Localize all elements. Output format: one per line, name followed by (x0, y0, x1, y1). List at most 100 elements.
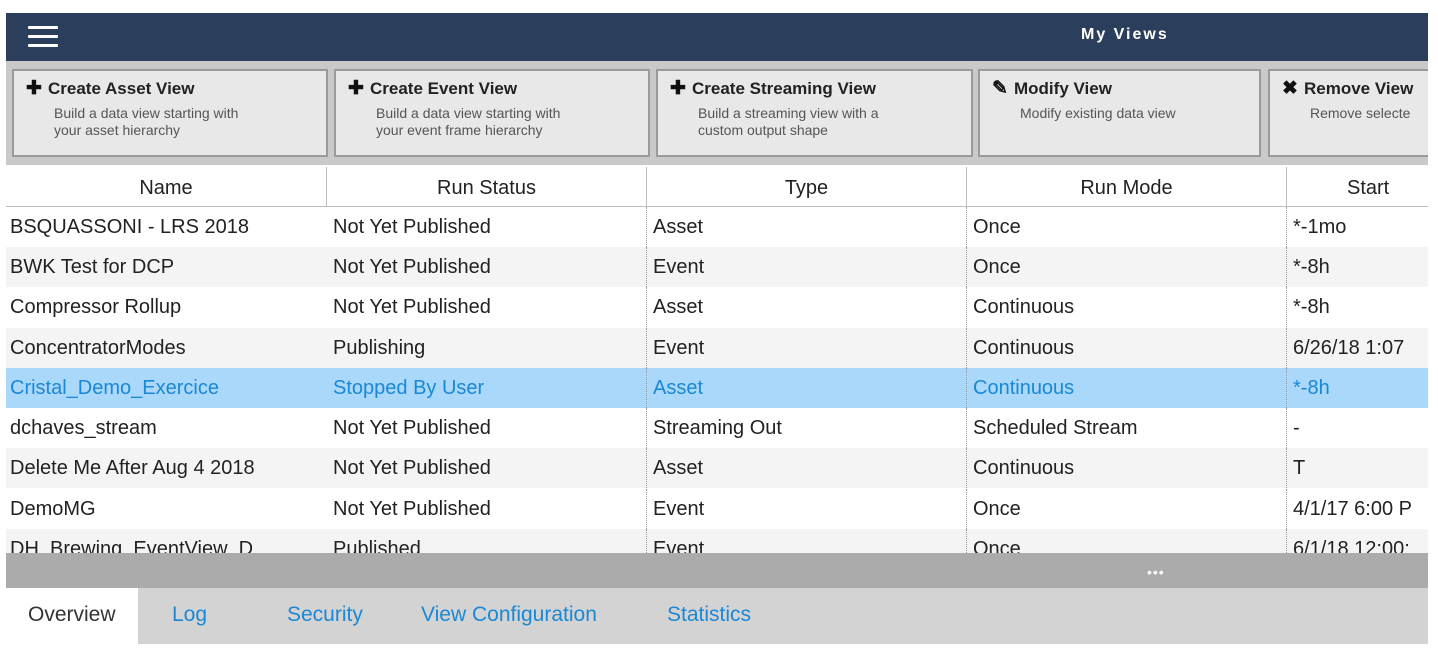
create-event-view-label: Create Event View (370, 79, 518, 98)
edit-icon: ✎ (992, 78, 1008, 99)
column-header-name[interactable]: Name (6, 167, 327, 207)
cell-run-status: Not Yet Published (327, 489, 647, 529)
tab-log[interactable]: Log (172, 588, 207, 644)
table-row-selected[interactable]: Cristal_Demo_Exercice Stopped By User As… (6, 368, 1428, 408)
table-header: Name Run Status Type Run Mode Start (6, 167, 1428, 207)
table-row[interactable]: ConcentratorModes Publishing Event Conti… (6, 328, 1428, 368)
top-bar: My Views (6, 13, 1428, 61)
remove-view-title: ✖ Remove View (1282, 77, 1413, 100)
cell-start: T (1293, 457, 1306, 479)
cell-type: Asset (647, 448, 967, 488)
tab-view-configuration[interactable]: View Configuration (421, 588, 597, 644)
tab-security[interactable]: Security (287, 588, 363, 644)
pane-splitter[interactable]: ••• (6, 553, 1428, 588)
grip-icon: ••• (1147, 564, 1165, 580)
cell-type: Asset (647, 368, 967, 408)
plus-icon: ✚ (26, 78, 42, 99)
create-streaming-view-title: ✚ Create Streaming View (670, 77, 876, 100)
create-asset-view-description: Build a data view starting with your ass… (54, 105, 239, 138)
tab-statistics[interactable]: Statistics (667, 588, 751, 644)
cell-name: BWK Test for DCP (10, 256, 175, 278)
toolbar: ✚ Create Asset View Build a data view sta… (6, 61, 1428, 165)
cell-start: *-8h (1293, 296, 1330, 318)
cell-run-status: Stopped By User (327, 368, 647, 408)
cell-run-status: Publishing (327, 328, 647, 368)
table-row[interactable]: dchaves_stream Not Yet Published Streami… (6, 408, 1428, 448)
cell-name: Delete Me After Aug 4 2018 (10, 457, 255, 479)
create-event-view-description: Build a data view starting with your eve… (376, 105, 561, 138)
table-row[interactable]: DemoMG Not Yet Published Event Once 4/1/… (6, 489, 1428, 529)
modify-view-button[interactable]: ✎ Modify View Modify existing data view (978, 69, 1261, 157)
create-streaming-view-label: Create Streaming View (692, 79, 876, 98)
cell-run-status: Not Yet Published (327, 207, 647, 247)
cell-start: 4/1/17 6:00 P (1293, 498, 1412, 520)
cell-name: ConcentratorModes (10, 337, 186, 359)
cell-run-mode: Scheduled Stream (967, 408, 1287, 448)
modify-view-description: Modify existing data view (1020, 105, 1176, 121)
modify-view-label: Modify View (1014, 79, 1112, 98)
create-streaming-view-description: Build a streaming view with a custom out… (698, 105, 879, 138)
cell-name: dchaves_stream (10, 417, 157, 439)
cell-type: Event (647, 489, 967, 529)
cell-type: Asset (647, 207, 967, 247)
cell-run-mode: Continuous (967, 328, 1287, 368)
cell-name: DemoMG (10, 498, 96, 520)
create-event-view-button[interactable]: ✚ Create Event View Build a data view sta… (334, 69, 650, 157)
hamburger-line (28, 26, 58, 29)
create-event-view-title: ✚ Create Event View (348, 77, 517, 100)
create-asset-view-title: ✚ Create Asset View (26, 77, 194, 100)
views-table: Name Run Status Type Run Mode Start BSQU… (6, 167, 1428, 553)
column-header-run-mode[interactable]: Run Mode (967, 167, 1287, 207)
cell-start: *-8h (1293, 256, 1330, 278)
cell-type: Asset (647, 287, 967, 327)
column-header-type[interactable]: Type (647, 167, 967, 207)
cell-run-mode: Once (967, 489, 1287, 529)
cell-run-mode: Continuous (967, 368, 1287, 408)
cell-run-status: Published (327, 529, 647, 553)
cell-name: BSQUASSONI - LRS 2018 (10, 216, 249, 238)
table-row[interactable]: BSQUASSONI - LRS 2018 Not Yet Published … (6, 207, 1428, 247)
cell-name: DH_Brewing_EventView_D (10, 538, 254, 553)
cell-run-mode: Once (967, 207, 1287, 247)
cell-start: 6/26/18 1:07 (1293, 337, 1405, 359)
cell-start: *-8h (1293, 377, 1330, 399)
cell-type: Streaming Out (647, 408, 967, 448)
cell-run-mode: Continuous (967, 448, 1287, 488)
tab-overview[interactable]: Overview (6, 588, 138, 644)
cell-start: - (1293, 417, 1300, 439)
cell-run-status: Not Yet Published (327, 247, 647, 287)
cell-name: Compressor Rollup (10, 296, 182, 318)
cell-run-mode: Once (967, 529, 1287, 553)
remove-view-label: Remove View (1304, 79, 1414, 98)
cell-type: Event (647, 247, 967, 287)
create-asset-view-label: Create Asset View (48, 79, 195, 98)
page-title: My Views (1081, 26, 1169, 43)
table-row[interactable]: Delete Me After Aug 4 2018 Not Yet Publi… (6, 448, 1428, 488)
cell-run-status: Not Yet Published (327, 448, 647, 488)
create-asset-view-button[interactable]: ✚ Create Asset View Build a data view sta… (12, 69, 328, 157)
table-row[interactable]: BWK Test for DCP Not Yet Published Event… (6, 247, 1428, 287)
cell-name: Cristal_Demo_Exercice (10, 377, 219, 399)
remove-view-button[interactable]: ✖ Remove View Remove selecte (1268, 69, 1428, 157)
cell-run-status: Not Yet Published (327, 408, 647, 448)
cell-start: *-1mo (1293, 216, 1347, 238)
plus-icon: ✚ (348, 78, 364, 99)
cell-start: 6/1/18 12:00: (1293, 538, 1410, 553)
hamburger-line (28, 44, 58, 47)
table-row[interactable]: DH_Brewing_EventView_D Published Event O… (6, 529, 1428, 553)
cell-run-status: Not Yet Published (327, 287, 647, 327)
cell-run-mode: Once (967, 247, 1287, 287)
cell-type: Event (647, 529, 967, 553)
cell-type: Event (647, 328, 967, 368)
column-header-run-status[interactable]: Run Status (327, 167, 647, 207)
table-row[interactable]: Compressor Rollup Not Yet Published Asse… (6, 287, 1428, 327)
create-streaming-view-button[interactable]: ✚ Create Streaming View Build a streaming… (656, 69, 973, 157)
column-header-start[interactable]: Start (1287, 167, 1428, 207)
cell-run-mode: Continuous (967, 287, 1287, 327)
detail-tabs: Overview Log Security View Configuration… (6, 588, 1428, 644)
hamburger-icon[interactable] (28, 25, 58, 49)
modify-view-title: ✎ Modify View (992, 77, 1112, 100)
hamburger-line (28, 35, 58, 38)
plus-icon: ✚ (670, 78, 686, 99)
remove-icon: ✖ (1282, 78, 1298, 99)
